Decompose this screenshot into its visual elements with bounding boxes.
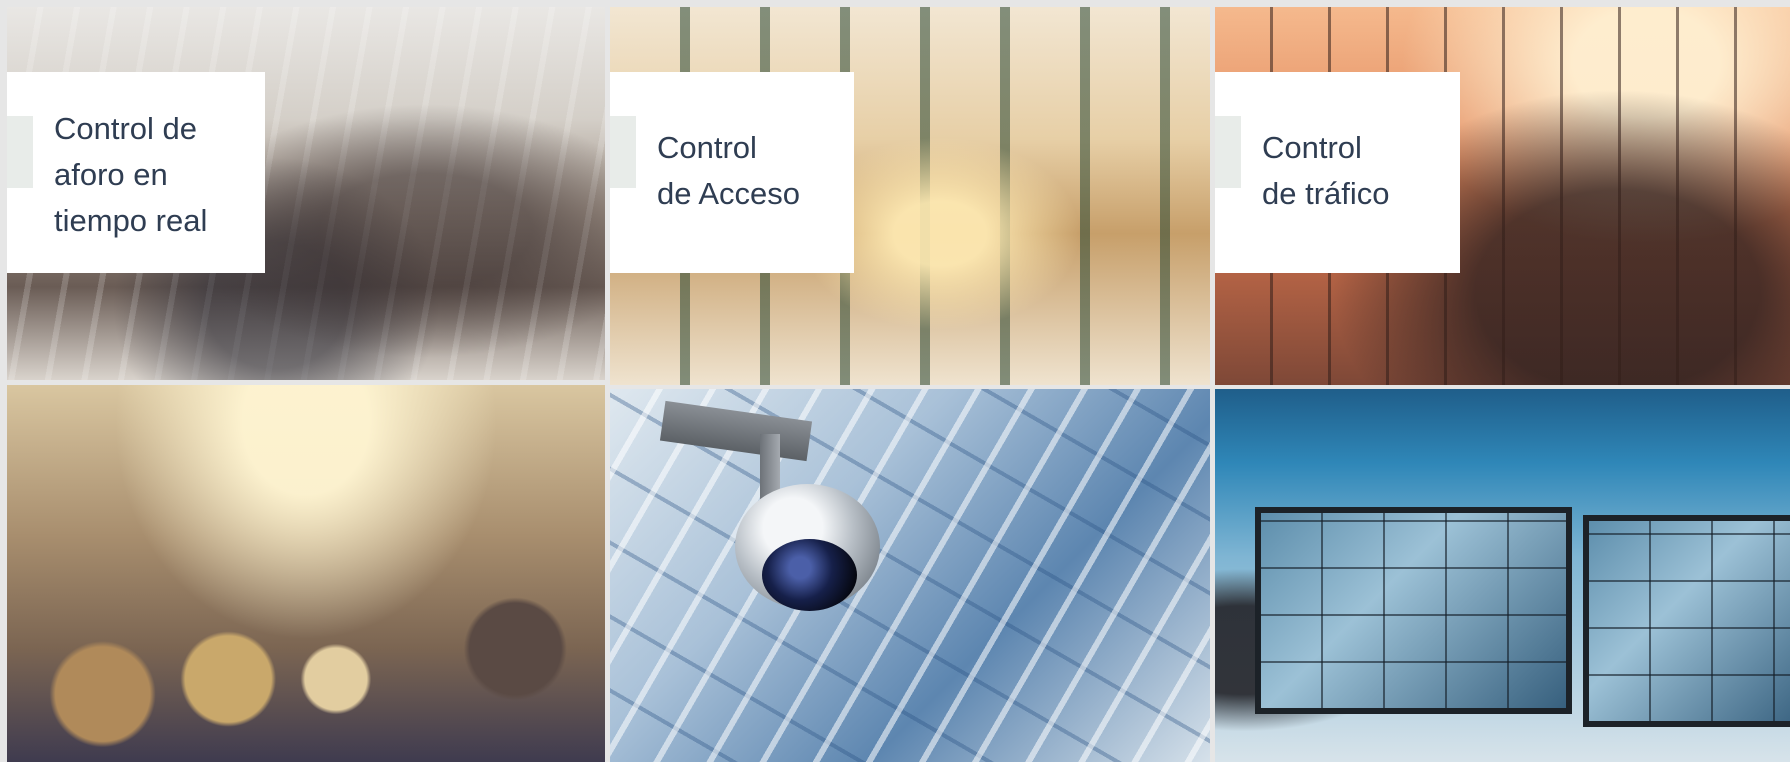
- acceso-label: Control de Acceso: [657, 130, 801, 211]
- accent-bar: [1215, 116, 1241, 188]
- trafico-label: Control de tráfico: [1262, 130, 1390, 211]
- monitor-screen: [1255, 507, 1572, 714]
- security-camera-photo: [610, 389, 1210, 762]
- aforo-label-card: Control de aforo en tiempo real: [7, 72, 265, 273]
- image-grid: Control de aforo en tiempo real Control …: [7, 7, 1790, 762]
- control-room-photo: [1215, 389, 1790, 762]
- monitor-screen: [1583, 515, 1790, 727]
- aforo-label: Control de aforo en tiempo real: [54, 111, 208, 238]
- accent-bar: [7, 116, 33, 188]
- accent-bar: [610, 116, 636, 188]
- trafico-label-card: Control de tráfico: [1215, 72, 1460, 273]
- acceso-label-card: Control de Acceso: [610, 72, 854, 273]
- street-crowd-photo: [7, 385, 605, 762]
